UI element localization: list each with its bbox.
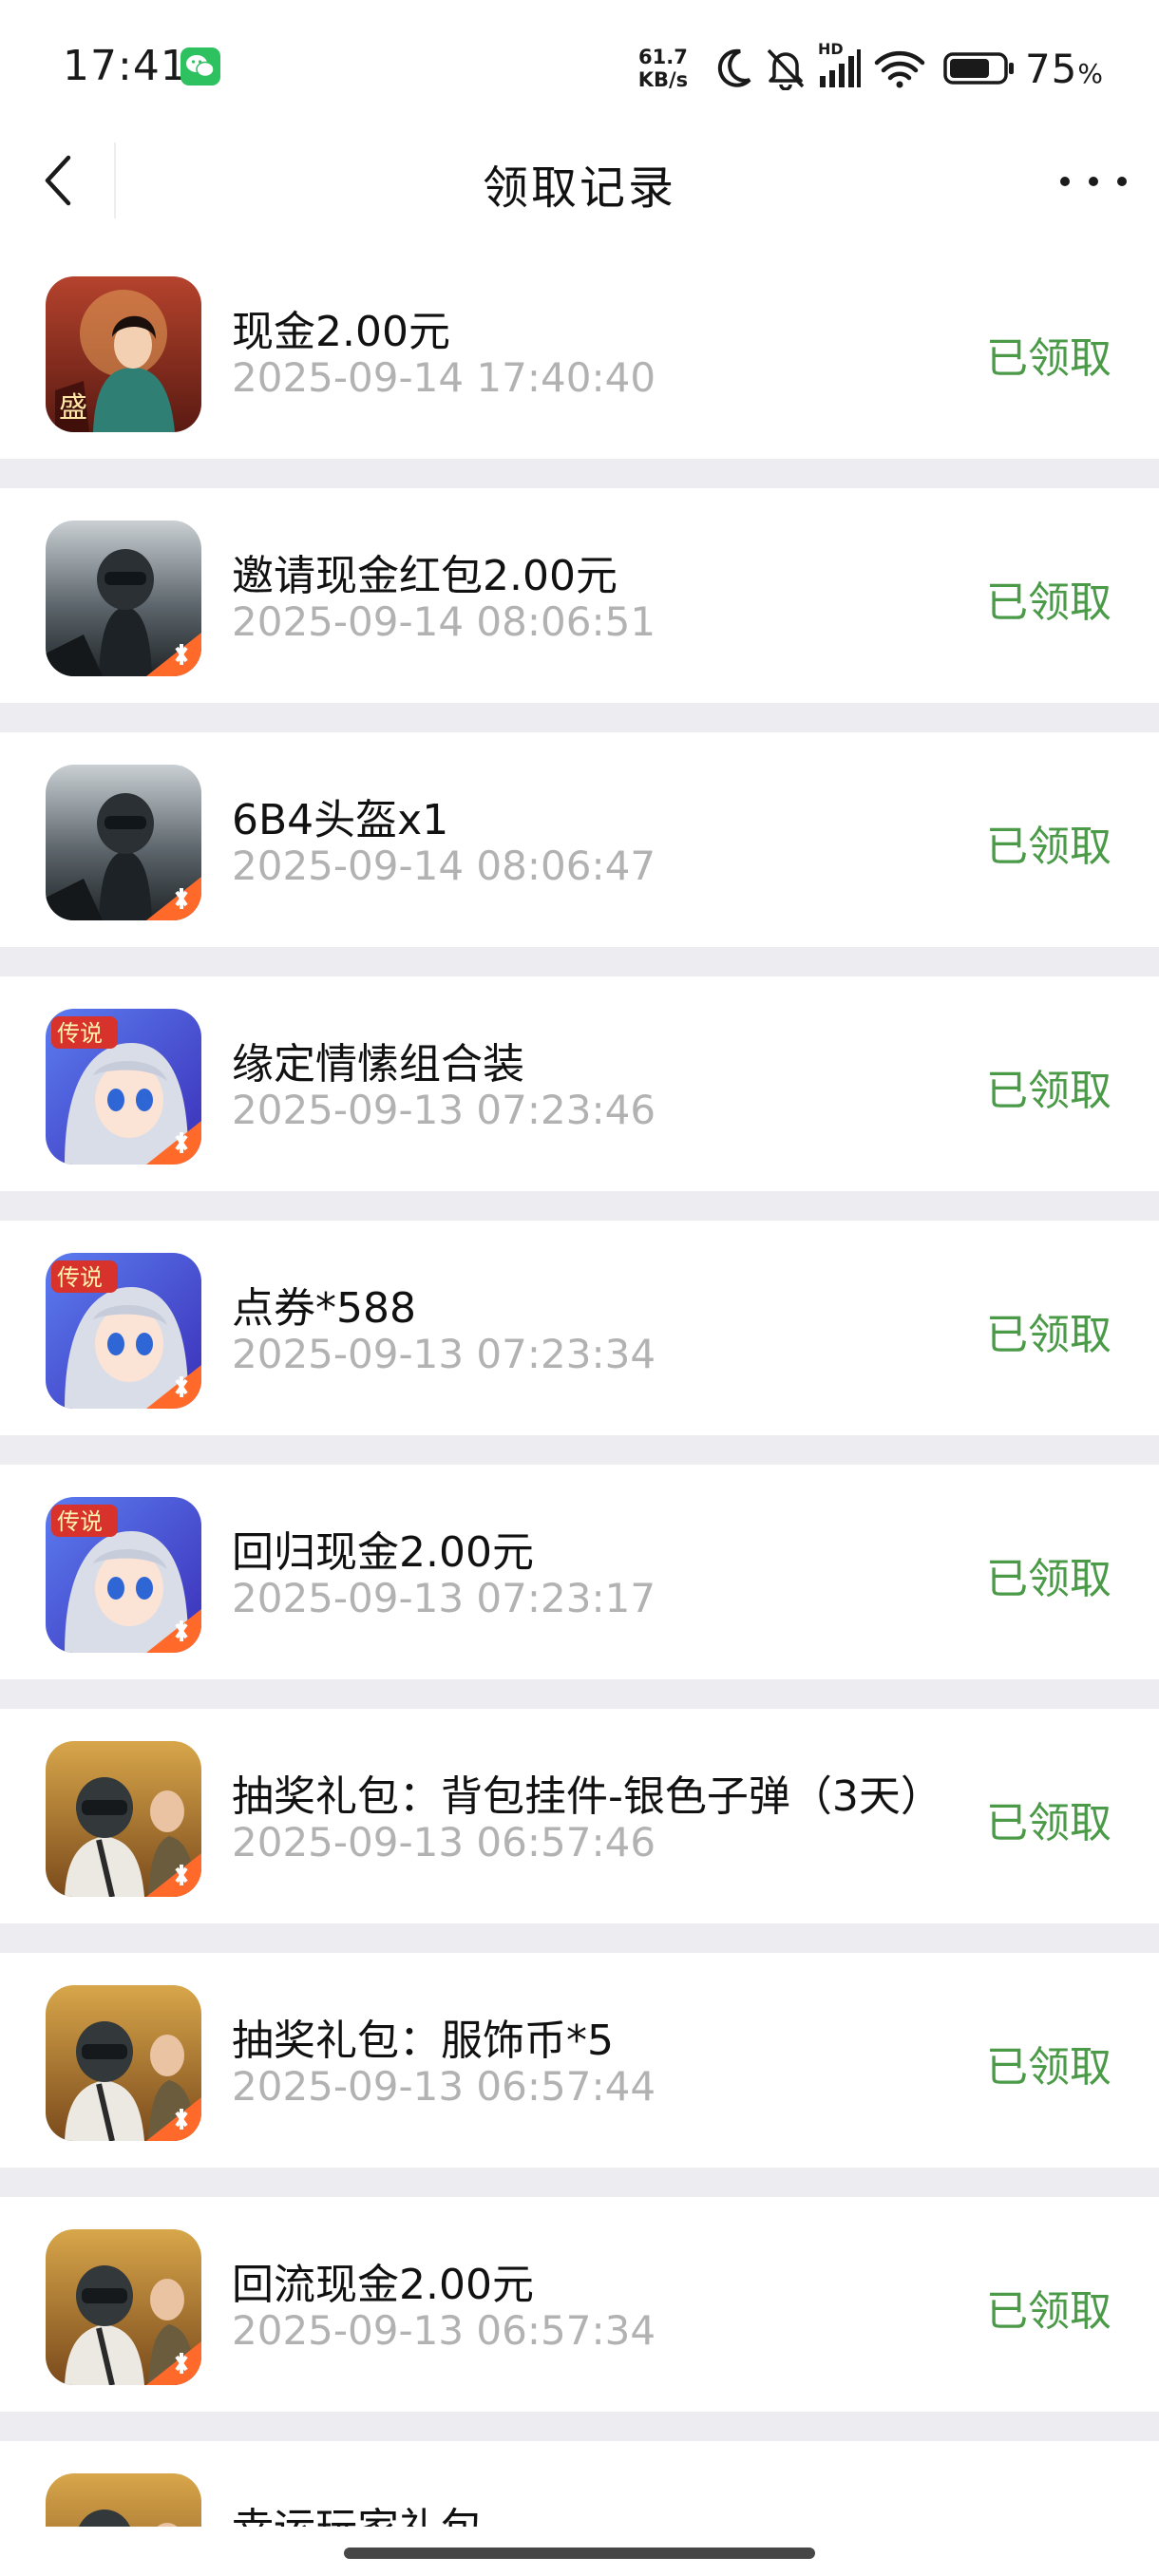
battle-royale-game-icon <box>46 2473 201 2527</box>
claim-status-label: 已领取 <box>971 2277 1112 2338</box>
network-speed-unit: KB/s <box>637 67 689 91</box>
record-title: 幸运玩家礼包 <box>232 2494 483 2527</box>
home-area <box>0 2527 1159 2576</box>
page-title: 领取记录 <box>482 161 676 215</box>
status-time: 17:41 <box>63 42 188 90</box>
battery-percent: 75% <box>1025 46 1104 92</box>
battle-royale-game-icon <box>46 1741 201 1897</box>
record-list[interactable]: 盛现金2.00元 2025-09-14 17:40:40 已领取 邀请现金红包2.00… <box>0 244 1159 2527</box>
record-item[interactable]: 盛 现金2.00元 2025-09-14 17:40:40 已领取 <box>0 244 1159 459</box>
record-item[interactable]: 传说缘定情愫组合装 2025-09-13 07:23:46 已领取 <box>0 976 1159 1191</box>
home-indicator[interactable] <box>344 2548 815 2559</box>
claim-status-label: 已领取 <box>971 324 1112 385</box>
record-item[interactable]: 幸运玩家礼包 <box>0 2441 1159 2527</box>
svg-text:传说: 传说 <box>57 1020 103 1047</box>
status-bar: 17:41 61.7 KB/s HD 75% <box>0 0 1159 133</box>
anime-girl-game-icon: 传说 <box>46 1009 201 1165</box>
wechat-icon <box>180 47 220 85</box>
battle-royale-game-icon <box>46 1985 201 2141</box>
bell-muted-icon <box>765 44 807 93</box>
record-item[interactable]: 回流现金2.00元 2025-09-13 06:57:34 已领取 <box>0 2197 1159 2412</box>
record-item[interactable]: 抽奖礼包：服饰币*5 2025-09-13 06:57:44 已领取 <box>0 1953 1159 2168</box>
record-title: 抽奖礼包：背包挂件-银色子弹（3天） <box>232 1772 942 1821</box>
record-item[interactable]: 6B4头盔x1 2025-09-14 08:06:47 已领取 <box>0 732 1159 947</box>
anime-girl-game-icon: 传说 <box>46 1497 201 1653</box>
tactical-shooter-game-icon <box>46 521 201 676</box>
record-item[interactable]: 传说点券*588 2025-09-13 07:23:34 已领取 <box>0 1221 1159 1435</box>
record-title: 现金2.00元 <box>232 308 450 356</box>
moon-icon <box>715 44 753 93</box>
record-title: 抽奖礼包：服饰币*5 <box>232 2017 614 2065</box>
record-timestamp: 2025-09-13 06:57:44 <box>232 2063 656 2110</box>
battery-percent-unit: % <box>1077 57 1104 89</box>
record-timestamp: 2025-09-13 07:23:34 <box>232 1331 656 1377</box>
wifi-icon <box>873 44 926 93</box>
record-item[interactable]: 抽奖礼包：背包挂件-银色子弹（3天） 2025-09-13 06:57:46 已领取 <box>0 1709 1159 1923</box>
claim-status-label: 已领取 <box>971 812 1112 873</box>
nav-bar: 领取记录 <box>0 133 1159 228</box>
record-title: 回流现金2.00元 <box>232 2261 534 2309</box>
more-dot <box>1089 177 1098 186</box>
claim-status-label: 已领取 <box>971 568 1112 629</box>
record-timestamp: 2025-09-13 07:23:46 <box>232 1087 656 1133</box>
record-timestamp: 2025-09-13 06:57:34 <box>232 2307 656 2354</box>
svg-text:传说: 传说 <box>57 1508 103 1535</box>
record-title: 邀请现金红包2.00元 <box>232 552 618 600</box>
record-title: 点券*588 <box>232 1284 416 1333</box>
more-dot <box>1117 177 1127 186</box>
record-timestamp: 2025-09-14 08:06:47 <box>232 843 656 889</box>
record-timestamp: 2025-09-13 06:57:46 <box>232 1819 656 1866</box>
record-timestamp: 2025-09-14 17:40:40 <box>232 354 656 401</box>
network-speed: 61.7 KB/s <box>634 47 693 90</box>
svg-text:传说: 传说 <box>57 1264 103 1291</box>
more-button[interactable] <box>1060 165 1127 198</box>
hd-label: HD <box>817 40 844 58</box>
record-title: 缘定情愫组合装 <box>232 1040 524 1089</box>
record-item[interactable]: 邀请现金红包2.00元 2025-09-14 08:06:51 已领取 <box>0 488 1159 703</box>
svg-text:盛: 盛 <box>59 391 87 425</box>
record-title: 回归现金2.00元 <box>232 1528 534 1577</box>
battery-icon <box>943 44 1016 93</box>
record-timestamp: 2025-09-14 08:06:51 <box>232 598 656 645</box>
palace-drama-game-icon: 盛 <box>46 276 201 432</box>
record-item[interactable]: 传说回归现金2.00元 2025-09-13 07:23:17 已领取 <box>0 1465 1159 1679</box>
claim-status-label: 已领取 <box>971 1544 1112 1605</box>
record-timestamp: 2025-09-13 07:23:17 <box>232 1575 656 1621</box>
battery-percent-value: 75 <box>1024 45 1078 92</box>
more-dot <box>1060 177 1070 186</box>
status-indicators: 61.7 KB/s HD 75% <box>634 40 1104 95</box>
record-title: 6B4头盔x1 <box>232 796 449 844</box>
claim-status-label: 已领取 <box>971 1300 1112 1361</box>
tactical-shooter-game-icon <box>46 765 201 920</box>
claim-status-label: 已领取 <box>971 2033 1112 2093</box>
battle-royale-game-icon <box>46 2229 201 2385</box>
signal-icon: HD <box>818 40 862 93</box>
claim-status-label: 已领取 <box>971 1789 1112 1849</box>
anime-girl-game-icon: 传说 <box>46 1253 201 1409</box>
claim-status-label: 已领取 <box>971 1056 1112 1117</box>
network-speed-value: 61.7 <box>638 45 688 68</box>
